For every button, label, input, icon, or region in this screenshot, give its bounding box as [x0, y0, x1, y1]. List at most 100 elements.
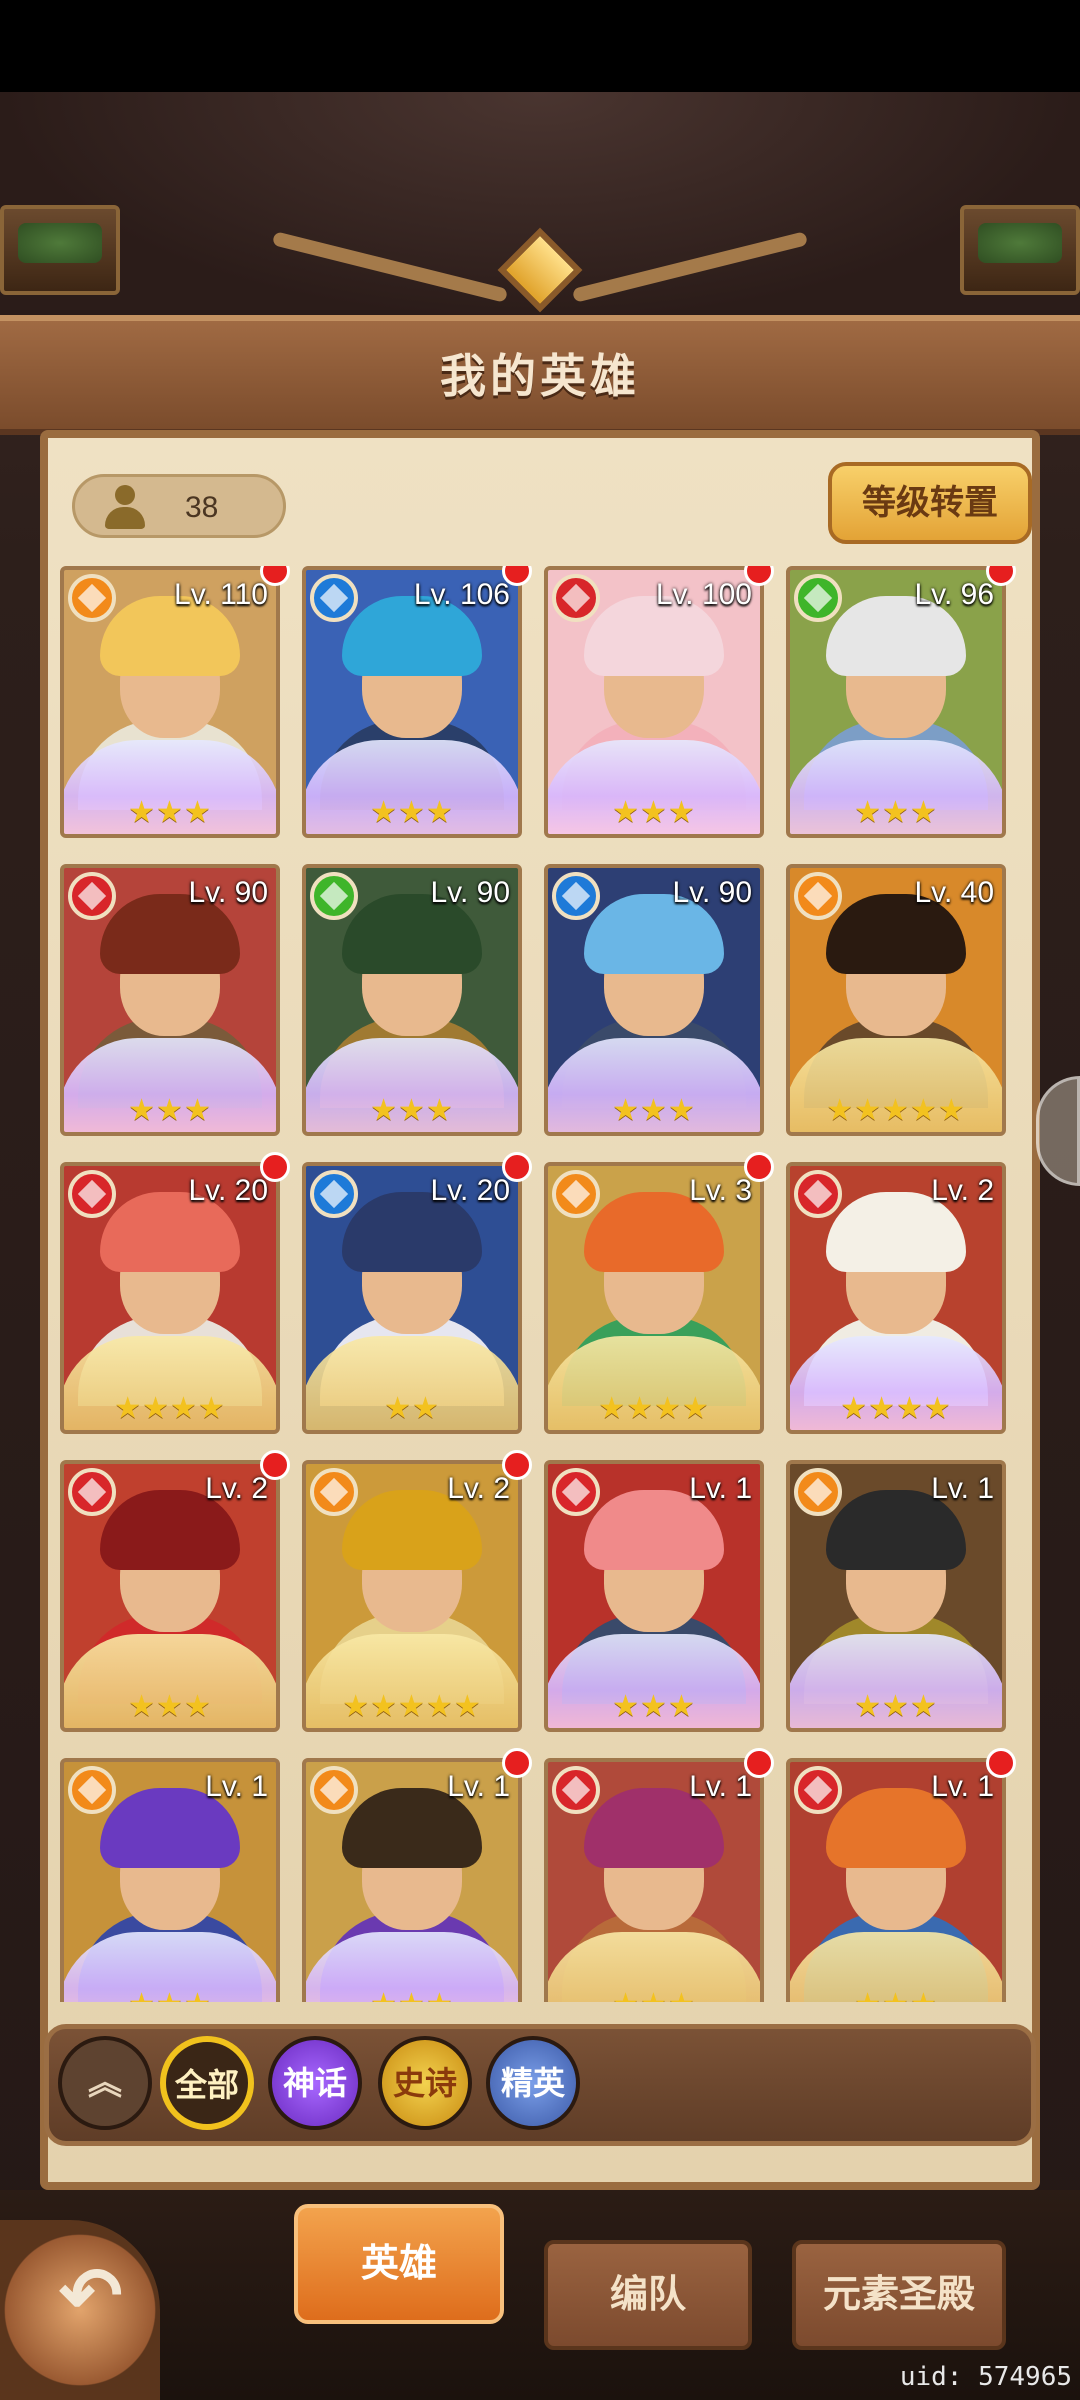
hero-level: Lv. 1 [689, 1770, 752, 1803]
earth-element-icon [68, 574, 116, 622]
status-bar [0, 0, 1080, 92]
notification-dot [502, 1748, 532, 1778]
notification-dot [502, 1450, 532, 1480]
star-rating: ★★★★ [840, 1392, 952, 1425]
star-rating: ★★★ [612, 1690, 696, 1723]
notification-dot [744, 1152, 774, 1182]
fire-element-icon [794, 1170, 842, 1218]
fire-element-icon [552, 1766, 600, 1814]
fire-element-icon [552, 574, 600, 622]
hero-card[interactable]: ★★★ Lv. 96 [786, 566, 1006, 838]
hero-level: Lv. 90 [188, 876, 269, 909]
leaf-ornament [18, 223, 102, 263]
tab-team[interactable]: 编队 [544, 2240, 752, 2350]
notification-dot [260, 1450, 290, 1480]
hero-card[interactable]: ★★★★ Lv. 2 [786, 1162, 1006, 1434]
hero-level: Lv. 110 [174, 578, 268, 611]
earth-element-icon [68, 1766, 116, 1814]
hero-level: Lv. 40 [914, 876, 995, 909]
water-element-icon [310, 1170, 358, 1218]
star-rating: ★★★★ [114, 1392, 226, 1425]
hero-card[interactable]: ★★★ Lv. 1 [786, 1460, 1006, 1732]
hero-card[interactable]: ★★★★★ Lv. 40 [786, 864, 1006, 1136]
star-rating: ★★★ [370, 796, 454, 829]
star-rating: ★★ [384, 1392, 440, 1425]
hero-card[interactable]: ★★★ Lv. 1 [544, 1460, 764, 1732]
notification-dot [502, 1152, 532, 1182]
hero-level: Lv. 1 [689, 1472, 752, 1505]
star-rating: ★★★ [128, 1690, 212, 1723]
hero-level: Lv. 20 [430, 1174, 511, 1207]
hero-level: Lv. 1 [931, 1472, 994, 1505]
earth-element-icon [794, 872, 842, 920]
hero-card[interactable]: ★★★★ Lv. 3 [544, 1162, 764, 1434]
fire-element-icon [68, 872, 116, 920]
star-rating: ★★★ [854, 796, 938, 829]
star-rating: ★★★ [854, 1690, 938, 1723]
filter-all-button[interactable]: 全部 [160, 2036, 254, 2130]
hero-level: Lv. 106 [413, 578, 510, 611]
filter-elite-button[interactable]: 精英 [486, 2036, 580, 2130]
hero-level: Lv. 20 [188, 1174, 269, 1207]
hero-card[interactable]: ★★★★★ Lv. 2 [302, 1460, 522, 1732]
star-rating: ★★★ [548, 1987, 760, 2002]
fire-element-icon [68, 1170, 116, 1218]
user-id: uid: 574965 [899, 2362, 1072, 2392]
notification-dot [260, 1152, 290, 1182]
hero-card[interactable]: ★★★★ Lv. 20 [60, 1162, 280, 1434]
crest-wing-left [271, 231, 509, 303]
tab-element-temple[interactable]: 元素圣殿 [792, 2240, 1006, 2350]
filter-myth-button[interactable]: 神话 [268, 2036, 362, 2130]
star-rating: ★★★★ [598, 1392, 710, 1425]
star-rating: ★★★ [306, 1987, 518, 2002]
hero-card[interactable]: ★★★ Lv. 100 [544, 566, 764, 838]
hero-card[interactable]: ★★★ Lv. 90 [302, 864, 522, 1136]
earth-element-icon [310, 1468, 358, 1516]
hero-card[interactable]: ★★★ Lv. 106 [302, 566, 522, 838]
water-element-icon [552, 872, 600, 920]
hero-level: Lv. 3 [689, 1174, 752, 1207]
star-rating: ★★★ [612, 1094, 696, 1127]
hero-card[interactable]: ★★★ Lv. 1 [786, 1758, 1006, 2002]
hero-card[interactable]: ★★★ Lv. 1 [302, 1758, 522, 2002]
tab-heroes[interactable]: 英雄 [294, 2204, 504, 2324]
hero-card[interactable]: ★★★ Lv. 90 [60, 864, 280, 1136]
hero-level: Lv. 100 [655, 578, 752, 611]
crest-wing-right [571, 231, 809, 303]
star-rating: ★★★ [612, 796, 696, 829]
star-rating: ★★★ [128, 796, 212, 829]
hero-card[interactable]: ★★★ Lv. 1 [60, 1758, 280, 2002]
notification-dot [986, 1748, 1016, 1778]
hero-card[interactable]: ★★★ Lv. 110 [60, 566, 280, 838]
star-rating: ★★★ [790, 1987, 1002, 2002]
hero-level: Lv. 1 [205, 1770, 268, 1803]
filter-epic-button[interactable]: 史诗 [378, 2036, 472, 2130]
fire-element-icon [552, 1468, 600, 1516]
person-icon [103, 485, 147, 529]
hero-card[interactable]: ★★★ Lv. 2 [60, 1460, 280, 1732]
hero-level: Lv. 2 [205, 1472, 268, 1505]
earth-element-icon [794, 1468, 842, 1516]
pillar-left [0, 205, 120, 295]
star-rating: ★★★★★ [342, 1690, 482, 1723]
hero-level: Lv. 90 [672, 876, 753, 909]
earth-element-icon [552, 1170, 600, 1218]
hero-count-badge: 38 [72, 474, 286, 538]
hero-card[interactable]: ★★ Lv. 20 [302, 1162, 522, 1434]
wind-element-icon [794, 574, 842, 622]
double-chevron-up-icon: ︽ [88, 2064, 122, 2102]
star-rating: ★★★ [370, 1094, 454, 1127]
collapse-button[interactable]: ︽ [58, 2036, 152, 2130]
hero-card[interactable]: ★★★ Lv. 90 [544, 864, 764, 1136]
fire-element-icon [68, 1468, 116, 1516]
hero-grid: ★★★ Lv. 110 ★★★ Lv. 106 ★★★ Lv. 100 ★★★ Lv. 96 ★… [60, 566, 1020, 2002]
hero-level: Lv. 2 [931, 1174, 994, 1207]
star-rating: ★★★ [128, 1094, 212, 1127]
level-reset-button[interactable]: 等级转置 [828, 462, 1032, 544]
hero-card[interactable]: ★★★ Lv. 1 [544, 1758, 764, 2002]
star-rating: ★★★★★ [826, 1094, 966, 1127]
hero-count: 38 [185, 491, 219, 524]
hero-level: Lv. 90 [430, 876, 511, 909]
page-title: 我的英雄 [440, 350, 640, 402]
fire-element-icon [794, 1766, 842, 1814]
